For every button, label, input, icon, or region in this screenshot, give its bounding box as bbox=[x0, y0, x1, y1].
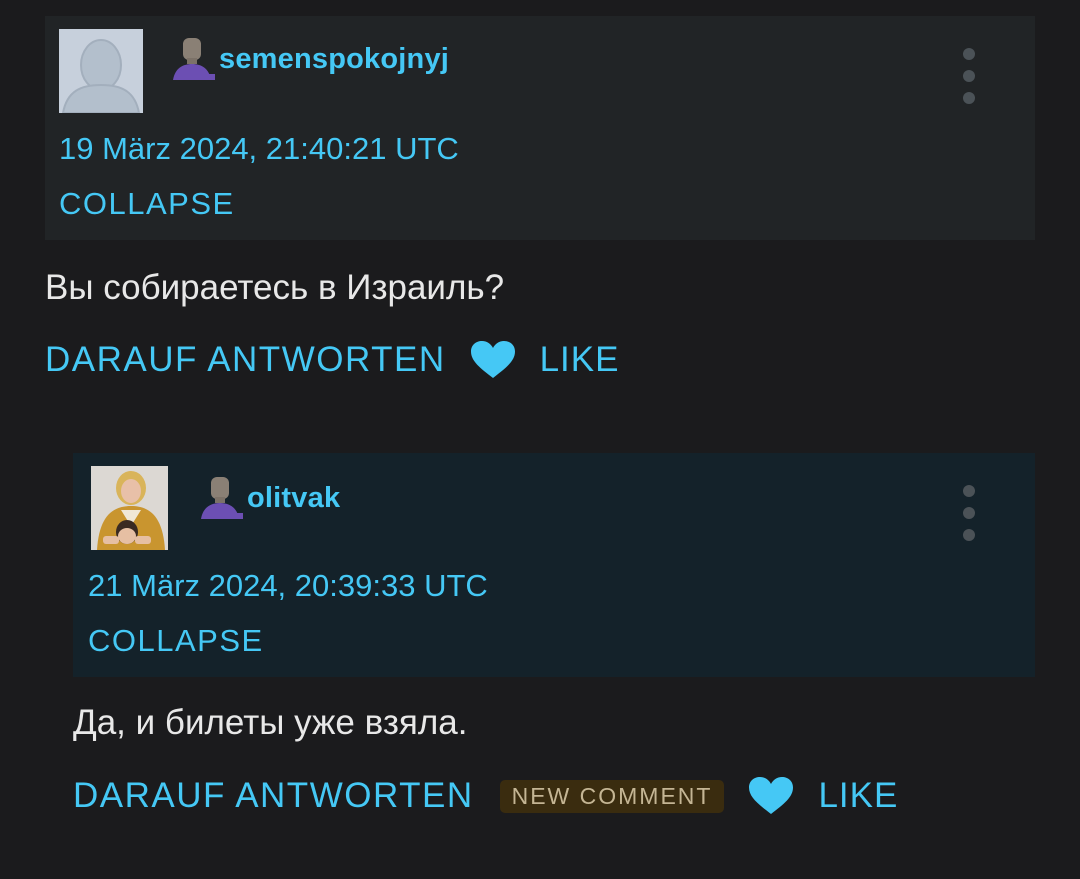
default-avatar-icon bbox=[59, 29, 143, 113]
more-vertical-icon[interactable] bbox=[959, 48, 979, 104]
comment-text: Вы собираетесь в Израиль? bbox=[45, 268, 505, 307]
collapse-button[interactable]: COLLAPSE bbox=[88, 623, 264, 659]
reply-button[interactable]: DARAUF ANTWORTEN bbox=[45, 340, 446, 380]
reply-comment-header: olitvak 21 März 2024, 20:39:33 UTC COLLA… bbox=[73, 453, 1035, 677]
username-link[interactable]: olitvak bbox=[247, 482, 340, 515]
reply-button[interactable]: DARAUF ANTWORTEN bbox=[73, 776, 474, 816]
new-comment-badge: NEW COMMENT bbox=[499, 779, 725, 813]
comment-timestamp[interactable]: 21 März 2024, 20:39:33 UTC bbox=[88, 568, 488, 604]
user-silhouette-icon bbox=[173, 38, 215, 80]
author-row: semenspokojnyj bbox=[169, 36, 449, 82]
like-button[interactable]: LIKE bbox=[818, 776, 898, 816]
comment-header: semenspokojnyj 19 März 2024, 21:40:21 UT… bbox=[45, 16, 1035, 240]
author-row: olitvak bbox=[197, 475, 340, 521]
like-button[interactable]: LIKE bbox=[540, 340, 620, 380]
comment-actions: DARAUF ANTWORTEN LIKE bbox=[45, 340, 619, 380]
more-vertical-icon[interactable] bbox=[959, 485, 979, 541]
comment-actions: DARAUF ANTWORTEN NEW COMMENT LIKE bbox=[73, 776, 898, 816]
comment-timestamp[interactable]: 19 März 2024, 21:40:21 UTC bbox=[59, 131, 459, 167]
avatar[interactable] bbox=[59, 29, 143, 113]
avatar[interactable] bbox=[91, 466, 168, 550]
heart-icon[interactable] bbox=[748, 776, 794, 816]
comment-text: Да, и билеты уже взяла. bbox=[73, 703, 468, 742]
heart-icon[interactable] bbox=[470, 340, 516, 380]
username-link[interactable]: semenspokojnyj bbox=[219, 43, 449, 76]
user-silhouette-icon bbox=[201, 477, 243, 519]
collapse-button[interactable]: COLLAPSE bbox=[59, 186, 235, 222]
user-photo-avatar bbox=[91, 466, 168, 550]
